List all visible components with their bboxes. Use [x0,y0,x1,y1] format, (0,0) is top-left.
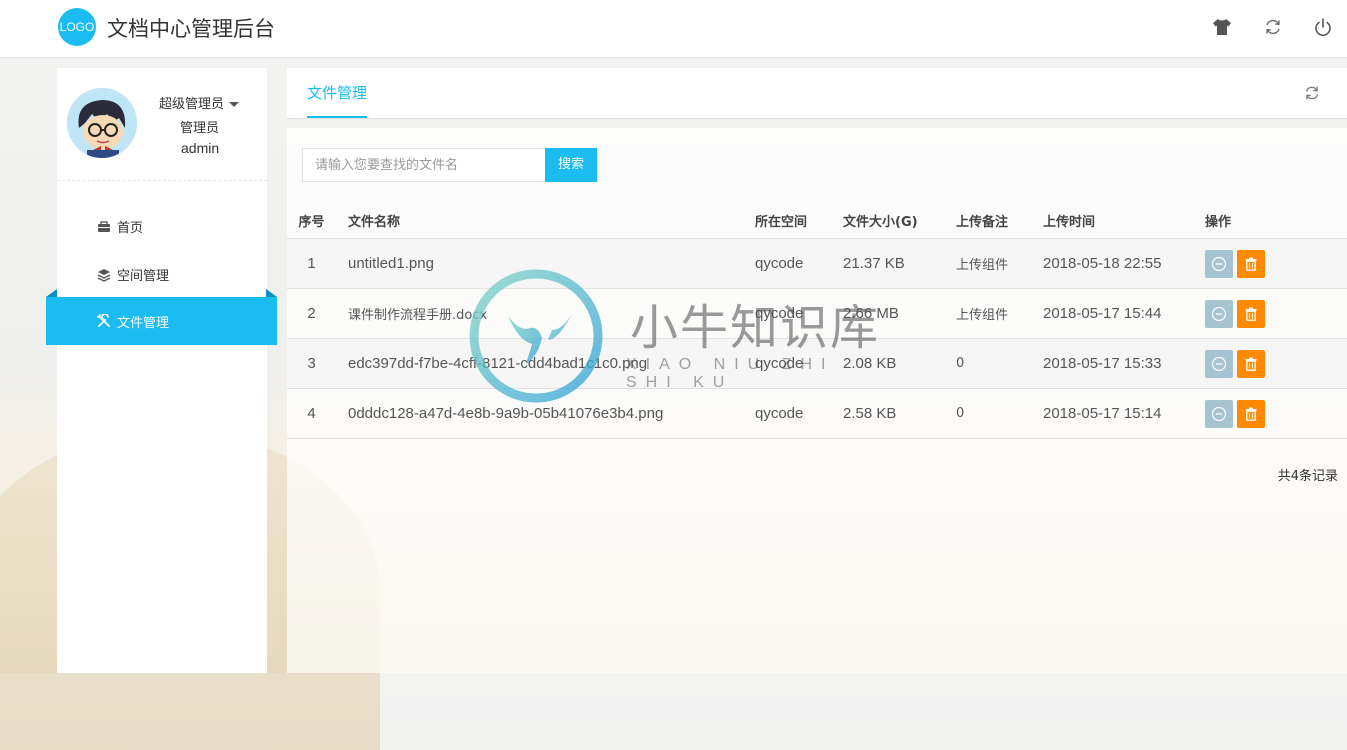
search-input[interactable] [302,148,545,182]
sidebar-item-label: 首页 [117,221,144,236]
table-body: 1 untitled1.png qycode 21.37 KB 上传组件 2018-05-… [287,238,1347,439]
column-header: 文件名称 [348,203,755,239]
remove-button[interactable] [1205,249,1233,278]
top-bar: LOGO 文档中心管理后台 [0,0,1347,58]
user-role-toggle-label: 超级管理员 [159,97,225,112]
upload-time: 2018-05-17 15:33 [1043,338,1205,389]
row-actions [1205,288,1347,339]
sidebar-item-files[interactable]: 文件管理 [46,289,277,345]
tab-bar: 文件管理 [287,68,1347,119]
row-number: 2 [287,288,336,339]
search-button[interactable]: 搜索 [545,148,597,182]
file-space: qycode [755,288,843,339]
row-number: 1 [287,238,336,289]
logo[interactable]: LOGO [58,8,96,46]
user-name: admin [181,140,220,156]
upload-time: 2018-05-18 22:55 [1043,238,1205,289]
row-actions [1205,388,1347,439]
file-size: 21.37 KB [843,238,956,289]
delete-button[interactable] [1237,349,1265,378]
column-header: 所在空间 [755,203,843,239]
file-note: 0 [956,338,1043,389]
upload-time: 2018-05-17 15:44 [1043,288,1205,339]
file-name: untitled1.png [348,238,755,289]
file-name: 课件制作流程手册.docx [348,288,755,339]
sidebar-item-space[interactable]: 空间管理 [97,265,169,284]
column-header: 上传备注 [956,203,1043,239]
file-name: 0dddc128-a47d-4e8b-9a9b-05b41076e3b4.png [348,388,755,439]
file-name: edc397dd-f7be-4cff-8121-cdd4bad1c1c0.png [348,338,755,389]
avatar[interactable] [67,88,137,158]
file-space: qycode [755,238,843,289]
minus-circle-icon [1211,406,1227,421]
row-spacer [336,388,348,439]
row-spacer [336,288,348,339]
column-header: 上传时间 [1043,203,1205,239]
file-space: qycode [755,388,843,439]
trash-icon [1245,257,1257,271]
home-icon [97,220,111,234]
sidebar: 超级管理员 管理员 admin 首页 空间管理 [57,68,267,673]
caret-down-icon [229,102,240,107]
user-role: 管理员 [180,121,220,136]
user-role-dropdown[interactable]: 超级管理员 [159,93,240,112]
minus-circle-icon [1211,256,1227,271]
table-header-row: 序号 文件名称 所在空间 文件大小(G) 上传备注 上传时间 操作 [287,203,1347,239]
table-row: 1 untitled1.png qycode 21.37 KB 上传组件 2018-05-… [287,238,1347,289]
sidebar-item-home[interactable]: 首页 [97,217,143,236]
layers-icon [97,268,111,282]
refresh-icon[interactable] [1303,84,1321,102]
row-actions [1205,338,1347,389]
delete-button[interactable] [1237,249,1265,278]
minus-circle-icon [1211,306,1227,321]
table-row: 3 edc397dd-f7be-4cff-8121-cdd4bad1c1c0.pn… [287,338,1347,389]
remove-button[interactable] [1205,399,1233,428]
table-row: 2 课件制作流程手册.docx qycode 2.66 MB 上传组件 2018-05-1… [287,288,1347,339]
trash-icon [1245,357,1257,371]
minus-circle-icon [1211,356,1227,371]
file-space: qycode [755,338,843,389]
file-table: 序号 文件名称 所在空间 文件大小(G) 上传备注 上传时间 操作 1 untit… [287,203,1347,439]
row-number: 3 [287,338,336,389]
upload-time: 2018-05-17 15:14 [1043,388,1205,439]
delete-button[interactable] [1237,399,1265,428]
sidebar-item-label: 文件管理 [117,315,170,331]
delete-button[interactable] [1237,299,1265,328]
file-note: 上传组件 [956,238,1043,289]
row-number: 4 [287,388,336,439]
file-panel: 搜索 序号 文件名称 所在空间 文件大小(G) 上传备注 上传时间 操作 1un… [287,128,1347,673]
app-title: 文档中心管理后台 [107,17,275,41]
column-header: 文件大小(G) [843,203,956,239]
file-size: 2.58 KB [843,388,956,439]
column-header: 操作 [1205,203,1347,239]
refresh-icon[interactable] [1262,16,1284,38]
trash-icon [1245,407,1257,421]
file-note: 上传组件 [956,288,1043,339]
tab-file-management[interactable]: 文件管理 [307,68,368,118]
row-actions [1205,238,1347,289]
table-row: 4 0dddc128-a47d-4e8b-9a9b-05b41076e3b4.pn… [287,388,1347,439]
file-note: 0 [956,388,1043,439]
tools-icon [97,314,111,328]
tshirt-icon[interactable] [1211,16,1233,38]
column-spacer [336,203,348,239]
sidebar-item-label: 空间管理 [117,269,170,284]
total-count: 共4条记录 [1277,469,1338,484]
file-size: 2.08 KB [843,338,956,389]
remove-button[interactable] [1205,299,1233,328]
file-size: 2.66 MB [843,288,956,339]
row-spacer [336,338,348,389]
row-spacer [336,238,348,289]
column-header: 序号 [287,203,336,239]
power-icon[interactable] [1312,16,1334,38]
profile-divider [57,180,267,181]
remove-button[interactable] [1205,349,1233,378]
trash-icon [1245,307,1257,321]
